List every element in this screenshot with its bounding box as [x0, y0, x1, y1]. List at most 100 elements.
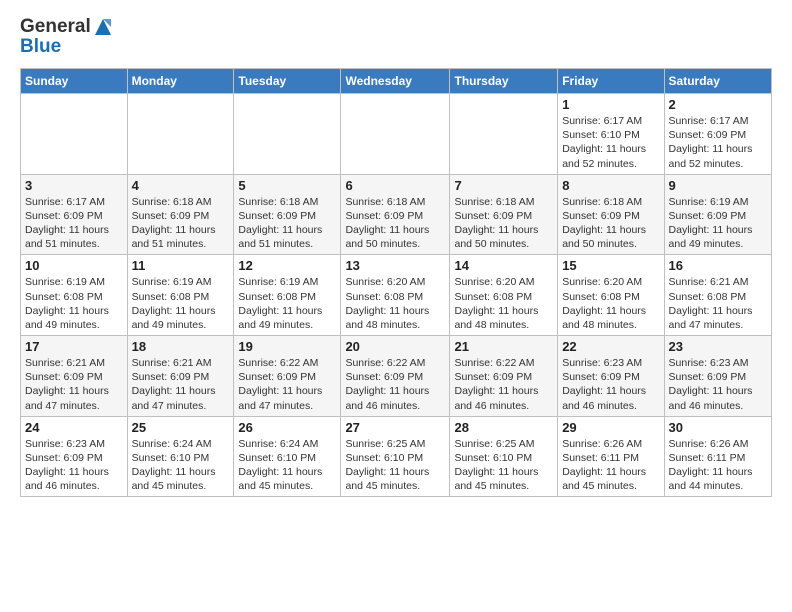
logo-general-text: General: [20, 16, 91, 38]
logo-icon: [93, 17, 113, 37]
calendar-week-row: 3 Sunrise: 6:17 AMSunset: 6:09 PMDaylight…: [21, 174, 772, 255]
day-info: Sunrise: 6:23 AMSunset: 6:09 PMDaylight:…: [669, 356, 767, 413]
day-number: 25: [132, 420, 230, 435]
day-number: 22: [562, 339, 659, 354]
day-info: Sunrise: 6:23 AMSunset: 6:09 PMDaylight:…: [562, 356, 659, 413]
calendar-week-row: 24Sunrise: 6:23 AMSunset: 6:09 PMDayligh…: [21, 416, 772, 497]
calendar-cell: 11 Sunrise: 6:19 AMSunset: 6:08 PMDayligh…: [127, 255, 234, 336]
day-info: Sunrise: 6:19 AMSunset: 6:09 PMDaylight:…: [669, 195, 767, 252]
day-info: Sunrise: 6:22 AMSunset: 6:09 PMDaylight:…: [238, 356, 336, 413]
day-info: Sunrise: 6:25 AMSunset: 6:10 PMDaylight:…: [345, 437, 445, 494]
calendar-cell: 3 Sunrise: 6:17 AMSunset: 6:09 PMDaylight…: [21, 174, 128, 255]
day-info: Sunrise: 6:20 AMSunset: 6:08 PMDaylight:…: [345, 275, 445, 332]
day-info: Sunrise: 6:17 AMSunset: 6:10 PMDaylight:…: [562, 114, 659, 171]
calendar-cell: 23 Sunrise: 6:23 AMSunset: 6:09 PMDayligh…: [664, 336, 771, 417]
day-info: Sunrise: 6:18 AMSunset: 6:09 PMDaylight:…: [238, 195, 336, 252]
calendar-cell: 1 Sunrise: 6:17 AMSunset: 6:10 PMDaylight…: [558, 94, 664, 175]
day-number: 3: [25, 178, 123, 193]
day-info: Sunrise: 6:19 AMSunset: 6:08 PMDaylight:…: [132, 275, 230, 332]
weekday-header-sunday: Sunday: [21, 69, 128, 94]
day-number: 23: [669, 339, 767, 354]
calendar-cell: 20Sunrise: 6:22 AMSunset: 6:09 PMDayligh…: [341, 336, 450, 417]
day-info: Sunrise: 6:21 AMSunset: 6:09 PMDaylight:…: [25, 356, 123, 413]
calendar-cell: 30 Sunrise: 6:26 AMSunset: 6:11 PMDayligh…: [664, 416, 771, 497]
day-number: 12: [238, 258, 336, 273]
weekday-header-thursday: Thursday: [450, 69, 558, 94]
day-number: 6: [345, 178, 445, 193]
day-info: Sunrise: 6:22 AMSunset: 6:09 PMDaylight:…: [454, 356, 553, 413]
calendar-cell: 17Sunrise: 6:21 AMSunset: 6:09 PMDayligh…: [21, 336, 128, 417]
weekday-header-monday: Monday: [127, 69, 234, 94]
calendar-cell: 28Sunrise: 6:25 AMSunset: 6:10 PMDayligh…: [450, 416, 558, 497]
calendar-cell: 25 Sunrise: 6:24 AMSunset: 6:10 PMDayligh…: [127, 416, 234, 497]
day-number: 15: [562, 258, 659, 273]
calendar-cell: 29 Sunrise: 6:26 AMSunset: 6:11 PMDayligh…: [558, 416, 664, 497]
day-number: 29: [562, 420, 659, 435]
calendar-cell: 13 Sunrise: 6:20 AMSunset: 6:08 PMDayligh…: [341, 255, 450, 336]
calendar-cell: 24Sunrise: 6:23 AMSunset: 6:09 PMDayligh…: [21, 416, 128, 497]
day-number: 5: [238, 178, 336, 193]
calendar-cell: 19 Sunrise: 6:22 AMSunset: 6:09 PMDayligh…: [234, 336, 341, 417]
calendar-cell: 21 Sunrise: 6:22 AMSunset: 6:09 PMDayligh…: [450, 336, 558, 417]
day-info: Sunrise: 6:23 AMSunset: 6:09 PMDaylight:…: [25, 437, 123, 494]
day-info: Sunrise: 6:20 AMSunset: 6:08 PMDaylight:…: [454, 275, 553, 332]
day-number: 8: [562, 178, 659, 193]
day-info: Sunrise: 6:18 AMSunset: 6:09 PMDaylight:…: [345, 195, 445, 252]
header: General Blue: [20, 16, 772, 58]
calendar-cell: [341, 94, 450, 175]
calendar-cell: [127, 94, 234, 175]
calendar-cell: 4Sunrise: 6:18 AMSunset: 6:09 PMDaylight…: [127, 174, 234, 255]
calendar-cell: [450, 94, 558, 175]
calendar-cell: 26 Sunrise: 6:24 AMSunset: 6:10 PMDayligh…: [234, 416, 341, 497]
calendar-cell: 14 Sunrise: 6:20 AMSunset: 6:08 PMDayligh…: [450, 255, 558, 336]
day-number: 11: [132, 258, 230, 273]
calendar-cell: 18 Sunrise: 6:21 AMSunset: 6:09 PMDayligh…: [127, 336, 234, 417]
day-number: 30: [669, 420, 767, 435]
day-info: Sunrise: 6:20 AMSunset: 6:08 PMDaylight:…: [562, 275, 659, 332]
calendar-cell: 8 Sunrise: 6:18 AMSunset: 6:09 PMDaylight…: [558, 174, 664, 255]
weekday-header-row: SundayMondayTuesdayWednesdayThursdayFrid…: [21, 69, 772, 94]
day-number: 2: [669, 97, 767, 112]
day-info: Sunrise: 6:19 AMSunset: 6:08 PMDaylight:…: [238, 275, 336, 332]
day-number: 27: [345, 420, 445, 435]
day-number: 1: [562, 97, 659, 112]
day-info: Sunrise: 6:18 AMSunset: 6:09 PMDaylight:…: [132, 195, 230, 252]
weekday-header-saturday: Saturday: [664, 69, 771, 94]
day-info: Sunrise: 6:26 AMSunset: 6:11 PMDaylight:…: [562, 437, 659, 494]
weekday-header-tuesday: Tuesday: [234, 69, 341, 94]
day-number: 16: [669, 258, 767, 273]
calendar-cell: 22 Sunrise: 6:23 AMSunset: 6:09 PMDayligh…: [558, 336, 664, 417]
calendar-cell: 15 Sunrise: 6:20 AMSunset: 6:08 PMDayligh…: [558, 255, 664, 336]
calendar-cell: 2 Sunrise: 6:17 AMSunset: 6:09 PMDaylight…: [664, 94, 771, 175]
day-number: 19: [238, 339, 336, 354]
calendar-cell: 27 Sunrise: 6:25 AMSunset: 6:10 PMDayligh…: [341, 416, 450, 497]
day-number: 7: [454, 178, 553, 193]
calendar-cell: 12 Sunrise: 6:19 AMSunset: 6:08 PMDayligh…: [234, 255, 341, 336]
day-info: Sunrise: 6:18 AMSunset: 6:09 PMDaylight:…: [562, 195, 659, 252]
calendar-week-row: 17Sunrise: 6:21 AMSunset: 6:09 PMDayligh…: [21, 336, 772, 417]
day-number: 14: [454, 258, 553, 273]
day-info: Sunrise: 6:21 AMSunset: 6:09 PMDaylight:…: [132, 356, 230, 413]
day-info: Sunrise: 6:26 AMSunset: 6:11 PMDaylight:…: [669, 437, 767, 494]
calendar-cell: 10Sunrise: 6:19 AMSunset: 6:08 PMDayligh…: [21, 255, 128, 336]
day-number: 28: [454, 420, 553, 435]
calendar-cell: 7 Sunrise: 6:18 AMSunset: 6:09 PMDaylight…: [450, 174, 558, 255]
day-info: Sunrise: 6:24 AMSunset: 6:10 PMDaylight:…: [238, 437, 336, 494]
day-info: Sunrise: 6:18 AMSunset: 6:09 PMDaylight:…: [454, 195, 553, 252]
day-info: Sunrise: 6:24 AMSunset: 6:10 PMDaylight:…: [132, 437, 230, 494]
calendar-cell: [21, 94, 128, 175]
calendar-cell: 9Sunrise: 6:19 AMSunset: 6:09 PMDaylight…: [664, 174, 771, 255]
day-info: Sunrise: 6:17 AMSunset: 6:09 PMDaylight:…: [669, 114, 767, 171]
day-number: 21: [454, 339, 553, 354]
day-number: 20: [345, 339, 445, 354]
day-number: 13: [345, 258, 445, 273]
calendar-week-row: 1 Sunrise: 6:17 AMSunset: 6:10 PMDaylight…: [21, 94, 772, 175]
day-number: 18: [132, 339, 230, 354]
calendar-cell: 5 Sunrise: 6:18 AMSunset: 6:09 PMDaylight…: [234, 174, 341, 255]
weekday-header-friday: Friday: [558, 69, 664, 94]
day-info: Sunrise: 6:19 AMSunset: 6:08 PMDaylight:…: [25, 275, 123, 332]
day-number: 26: [238, 420, 336, 435]
calendar-cell: [234, 94, 341, 175]
day-info: Sunrise: 6:17 AMSunset: 6:09 PMDaylight:…: [25, 195, 123, 252]
calendar-cell: 6 Sunrise: 6:18 AMSunset: 6:09 PMDaylight…: [341, 174, 450, 255]
